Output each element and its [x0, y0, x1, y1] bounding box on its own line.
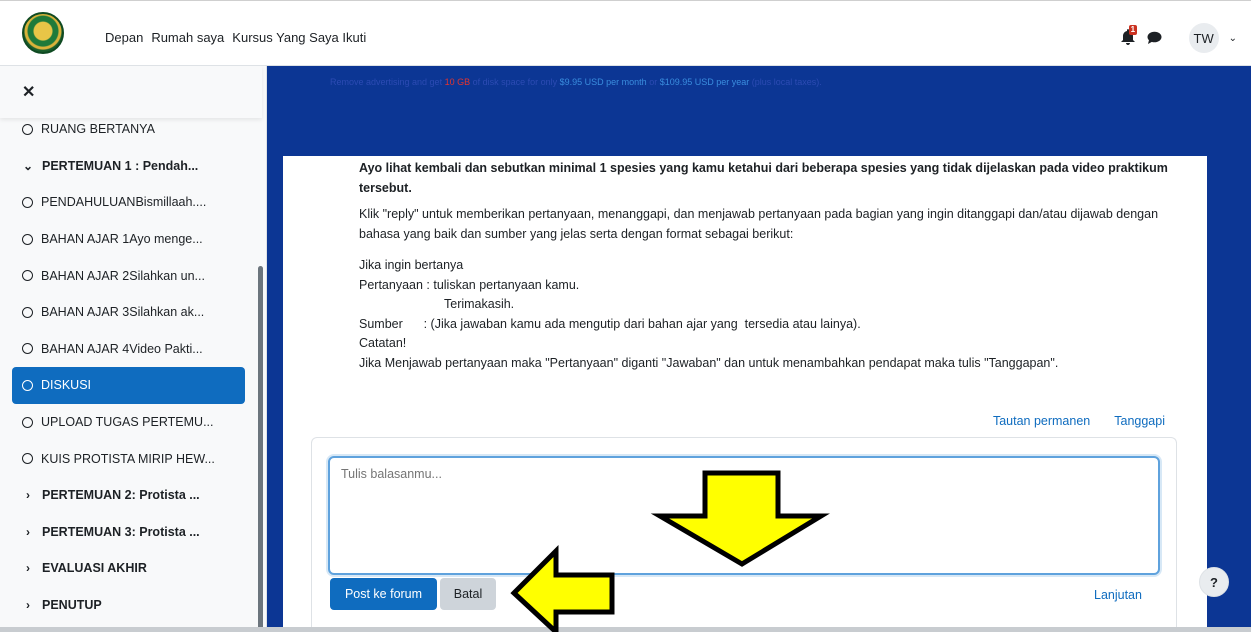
course-index-section[interactable]: ⌄ PERTEMUAN 1 : Pendah... [0, 148, 262, 185]
course-index-item[interactable]: BAHAN AJAR 4Video Pakti... [0, 331, 262, 368]
course-index-section[interactable]: › PENUTUP [0, 587, 262, 624]
permalink-link[interactable]: Tautan permanen [993, 414, 1090, 428]
item-label: BAHAN AJAR 4Video Pakti... [41, 341, 203, 356]
course-index-section[interactable]: › PERTEMUAN 2: Protista ... [0, 477, 262, 514]
user-menu-chevron-down-icon[interactable]: ⌄ [1229, 33, 1237, 44]
post-line: Catatan! [359, 336, 407, 350]
chevron-down-icon[interactable]: ⌄ [22, 159, 34, 173]
advanced-link[interactable]: Lanjutan [1094, 588, 1142, 602]
ad-price-month[interactable]: $9.95 USD per month [560, 77, 647, 87]
notification-bell-icon[interactable]: 1 [1120, 25, 1138, 47]
section-label: EVALUASI AKHIR [42, 561, 147, 576]
item-label: UPLOAD TUGAS PERTEMU... [41, 415, 214, 430]
course-index-drawer: ✕ RUANG BERTANYA ⌄ PERTEMUAN 1 : Pendah..… [0, 66, 267, 632]
reply-link[interactable]: Tanggapi [1114, 414, 1165, 428]
advertisement-banner[interactable]: Remove advertising and get 10 GB of disk… [330, 77, 822, 87]
item-label: KUIS PROTISTA MIRIP HEW... [41, 451, 215, 466]
close-drawer-icon[interactable]: ✕ [22, 82, 35, 102]
post-to-forum-button[interactable]: Post ke forum [330, 578, 437, 610]
post-line: Jika Menjawab pertanyaan maka "Pertanyaa… [359, 355, 1059, 370]
section-label: PENUTUP [42, 598, 102, 613]
user-navigation: 1 TW ⌄ [1120, 23, 1237, 53]
item-label: RUANG BERTANYA [41, 122, 155, 137]
chevron-right-icon[interactable]: › [22, 525, 34, 539]
reply-textarea[interactable] [328, 456, 1160, 575]
section-label: PERTEMUAN 1 : Pendah... [42, 158, 199, 173]
ad-text: (plus local taxes). [749, 77, 822, 87]
activity-circle-icon [22, 453, 33, 465]
activity-circle-icon [22, 416, 33, 428]
course-index-section[interactable]: › PERTEMUAN 3: Protista ... [0, 514, 262, 551]
ad-text: Remove advertising and get [330, 77, 445, 87]
activity-circle-icon [22, 233, 33, 245]
site-logo[interactable] [22, 12, 64, 54]
item-label: BAHAN AJAR 1Ayo menge... [41, 232, 203, 247]
activity-circle-icon [22, 379, 33, 391]
course-index-item[interactable]: KUIS PROTISTA MIRIP HEW... [0, 440, 262, 477]
section-label: PERTEMUAN 2: Protista ... [42, 488, 200, 503]
chevron-right-icon[interactable]: › [22, 488, 34, 502]
drawer-scrollbar[interactable] [258, 266, 263, 632]
horizontal-scrollbar[interactable] [0, 627, 1251, 632]
activity-circle-icon [22, 196, 33, 208]
item-label: PENDAHULUANBismillaah.... [41, 195, 207, 210]
item-label: DISKUSI [41, 378, 92, 393]
cancel-button[interactable]: Batal [440, 578, 496, 610]
messages-chat-icon[interactable] [1147, 31, 1163, 45]
activity-circle-icon [22, 343, 33, 355]
ad-highlight: 10 GB [444, 77, 471, 87]
chevron-right-icon[interactable]: › [22, 561, 34, 575]
ad-text: or [646, 77, 660, 87]
activity-circle-icon [22, 306, 33, 318]
forum-post-content: Ayo lihat kembali dan sebutkan minimal 1… [359, 158, 1174, 373]
notification-count-badge: 1 [1128, 25, 1138, 35]
ad-text: of disk space for only [470, 77, 560, 87]
course-index-item[interactable]: BAHAN AJAR 2Silahkan un... [0, 257, 262, 294]
ad-price-year[interactable]: $109.95 USD per year [660, 77, 750, 87]
post-line: Terimakasih. [444, 297, 515, 311]
activity-circle-icon [22, 123, 33, 135]
course-index-item[interactable]: BAHAN AJAR 1Ayo menge... [0, 221, 262, 258]
post-line: Sumber : (Jika jawaban kamu ada mengutip… [359, 316, 861, 331]
course-index-section[interactable]: › EVALUASI AKHIR [0, 550, 262, 587]
activity-circle-icon [22, 270, 33, 282]
course-index-item-active[interactable]: DISKUSI [12, 367, 245, 404]
post-line: Pertanyaan : tuliskan pertanyaan kamu. [359, 277, 580, 292]
post-heading: Ayo lihat kembali dan sebutkan minimal 1… [359, 161, 1168, 195]
item-label: BAHAN AJAR 3Silahkan ak... [41, 305, 205, 320]
course-index-item[interactable]: PENDAHULUANBismillaah.... [0, 184, 262, 221]
primary-navigation: Depan Rumah saya Kursus Yang Saya Ikuti [105, 30, 366, 45]
post-actions: Tautan permanen Tanggapi [993, 414, 1165, 428]
drawer-header: ✕ [0, 66, 262, 118]
course-index-item[interactable]: BAHAN AJAR 3Silahkan ak... [0, 294, 262, 331]
item-label: BAHAN AJAR 2Silahkan un... [41, 268, 205, 283]
user-avatar[interactable]: TW [1188, 23, 1219, 53]
nav-link-dashboard[interactable]: Rumah saya [151, 30, 224, 45]
help-button[interactable]: ? [1199, 567, 1229, 597]
post-instruction: Klik "reply" untuk memberikan pertanyaan… [359, 207, 1159, 241]
nav-link-home[interactable]: Depan [105, 30, 143, 45]
section-label: PERTEMUAN 3: Protista ... [42, 524, 200, 539]
course-index-item[interactable]: UPLOAD TUGAS PERTEMU... [0, 404, 262, 441]
chevron-right-icon[interactable]: › [22, 598, 34, 612]
post-line: Jika ingin bertanya [359, 258, 464, 272]
course-index-list: RUANG BERTANYA ⌄ PERTEMUAN 1 : Pendah... … [0, 111, 262, 623]
top-navbar: Depan Rumah saya Kursus Yang Saya Ikuti … [0, 0, 1251, 66]
nav-link-my-courses[interactable]: Kursus Yang Saya Ikuti [232, 30, 366, 45]
